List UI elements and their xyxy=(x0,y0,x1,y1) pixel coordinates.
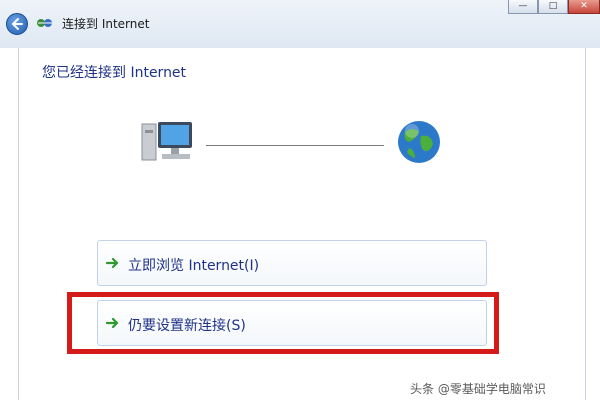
green-arrow-icon xyxy=(106,257,119,269)
maximize-icon: □ xyxy=(548,1,558,11)
browse-internet-option[interactable]: 立即浏览 Internet(I) xyxy=(97,240,487,286)
browse-internet-label: 立即浏览 Internet(I) xyxy=(128,258,260,274)
red-highlight-box xyxy=(67,292,499,354)
page-heading: 您已经连接到 Internet xyxy=(42,65,187,81)
globe-icon xyxy=(398,121,440,163)
maximize-button[interactable]: □ xyxy=(538,0,568,14)
minimize-icon: — xyxy=(518,1,528,11)
back-button[interactable] xyxy=(6,13,28,35)
close-icon: ✕ xyxy=(580,1,588,11)
back-arrow-icon xyxy=(11,18,23,30)
network-connection-icon xyxy=(37,19,52,27)
close-button[interactable]: ✕ xyxy=(568,0,600,14)
connection-line xyxy=(206,145,384,146)
computer-icon xyxy=(141,122,192,161)
minimize-button[interactable]: — xyxy=(508,0,538,14)
title-bar: 连接到 Internet — □ ✕ xyxy=(0,0,600,48)
watermark: 头条 @零基础学电脑常识 xyxy=(410,382,546,396)
window-title: 连接到 Internet xyxy=(62,17,150,31)
